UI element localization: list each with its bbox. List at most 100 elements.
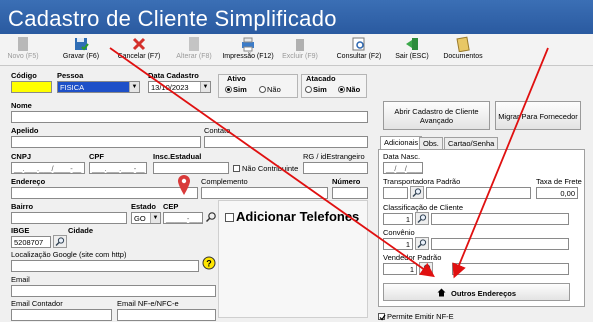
permite-nfe-checkbox[interactable]: Permite Emitir NF-E [378, 312, 454, 321]
outros-enderecos-button[interactable]: Outros Endereços [383, 283, 570, 301]
edit-icon [189, 37, 199, 51]
atacado-nao-radio[interactable]: Não [338, 85, 360, 94]
save-button[interactable]: Gravar (F6) [58, 36, 104, 64]
ibge-input[interactable]: 5208707 [11, 236, 51, 248]
cancel-button[interactable]: Cancelar (F7) [116, 36, 162, 64]
abrir-cadastro-avancado-button[interactable]: Abrir Cadastro de Cliente Avançado [383, 101, 490, 130]
documents-button[interactable]: Documentos [440, 36, 486, 64]
transportadora-label: Transportadora Padrão [383, 177, 461, 186]
localizacao-input[interactable] [11, 260, 199, 272]
endereco-input[interactable] [11, 187, 198, 199]
exit-label: Sair (ESC) [395, 53, 429, 60]
edit-button[interactable]: Alterar (F8) [174, 36, 214, 64]
search-icon[interactable] [205, 211, 217, 223]
email-nfe-label: Email NF-e/NFC-e [117, 299, 179, 308]
complemento-input[interactable] [201, 187, 328, 199]
edit-label: Alterar (F8) [176, 53, 212, 60]
checkbox-icon [225, 213, 234, 222]
vendedor-label: Vendedor Padrão [383, 253, 442, 262]
home-icon [437, 288, 446, 297]
radio-icon [305, 86, 312, 93]
taxa-frete-label: Taxa de Frete [536, 177, 582, 186]
classificacao-search-button[interactable] [415, 212, 429, 225]
migrar-fornecedor-button[interactable]: Migrar Para Fornecedor [495, 101, 581, 130]
radio-icon [259, 86, 266, 93]
email-input[interactable] [11, 285, 216, 297]
estado-select[interactable]: GO ▼ [131, 212, 161, 224]
map-pin-icon[interactable] [177, 174, 191, 196]
transportadora-search-button[interactable] [410, 186, 424, 199]
window-title: Cadastro de Cliente Simplificado [0, 0, 593, 34]
codigo-input[interactable] [11, 81, 52, 93]
data-cadastro-value: 13/10/2023 [151, 83, 189, 92]
data-cadastro-label: Data Cadastro [148, 71, 199, 80]
bairro-input[interactable] [11, 212, 127, 224]
exit-button[interactable]: Sair (ESC) [392, 36, 432, 64]
atacado-label: Atacado [306, 74, 336, 83]
nao-contribuinte-checkbox[interactable]: Não Contribuinte [233, 164, 298, 173]
insc-estadual-input[interactable] [153, 162, 229, 174]
nome-input[interactable] [11, 111, 368, 123]
tab-obs-label: Obs. [423, 139, 439, 148]
tab-adicionais[interactable]: Adicionais [380, 136, 423, 149]
data-nasc-input[interactable]: __/__/____ [383, 162, 423, 174]
trash-icon [296, 39, 304, 51]
taxa-frete-value: 0,00 [560, 189, 575, 198]
chevron-down-icon[interactable]: ▼ [200, 82, 210, 92]
vendedor-code-input[interactable]: 1 [383, 263, 417, 275]
tab-cartao-senha[interactable]: Cartao/Senha [444, 137, 499, 149]
convenio-code-input[interactable]: 1 [383, 238, 413, 250]
email-contador-input[interactable] [11, 309, 112, 321]
taxa-frete-input[interactable]: 0,00 [536, 187, 578, 199]
radio-selected-icon [338, 86, 345, 93]
cpf-mask: ___.___.___-__ [92, 164, 145, 173]
checkbox-icon [233, 165, 240, 172]
rg-input[interactable] [303, 162, 368, 174]
delete-label: Excluir (F9) [282, 53, 318, 60]
adicionar-telefones-checkbox[interactable]: Adicionar Telefones [225, 209, 359, 224]
numero-input[interactable] [332, 187, 368, 199]
cep-mask: _____-___ [166, 214, 202, 223]
print-button[interactable]: Impressão (F12) [222, 36, 274, 64]
ativo-label: Ativo [227, 74, 246, 83]
delete-button[interactable]: Excluir (F9) [280, 36, 320, 64]
new-button[interactable]: Novo (F5) [4, 36, 42, 64]
pessoa-select[interactable]: FISICA ▼ [57, 81, 140, 93]
convenio-name-input[interactable] [431, 238, 569, 250]
documents-label: Documentos [443, 53, 483, 60]
ibge-label: IBGE [11, 226, 30, 235]
classificacao-code-input[interactable]: 1 [383, 213, 413, 225]
classificacao-name-input[interactable] [431, 213, 569, 225]
cidade-search-button[interactable] [53, 235, 67, 248]
consult-button[interactable]: Consultar (F2) [336, 36, 382, 64]
transportadora-code-input[interactable] [383, 187, 408, 199]
data-cadastro-input[interactable]: 13/10/2023 ▼ [148, 81, 211, 93]
apelido-label: Apelido [11, 126, 39, 135]
vendedor-value: 1 [409, 265, 414, 274]
codigo-label: Código [11, 71, 37, 80]
classificacao-label: Classificação de Cliente [383, 203, 464, 212]
atacado-sim-radio[interactable]: Sim [305, 85, 327, 94]
ativo-nao-radio[interactable]: Não [259, 85, 281, 94]
tab-obs[interactable]: Obs. [419, 137, 443, 149]
transportadora-name-input[interactable] [426, 187, 531, 199]
new-icon [18, 37, 28, 51]
cep-input[interactable]: _____-___ [163, 212, 203, 224]
chevron-down-icon[interactable]: ▼ [150, 213, 160, 223]
cpf-input[interactable]: ___.___.___-__ [89, 162, 147, 174]
cnpj-input[interactable]: __.___.___/____-__ [11, 162, 85, 174]
email-nfe-input[interactable] [117, 309, 216, 321]
contato-label: Contato [204, 126, 231, 135]
chevron-down-icon[interactable]: ▼ [129, 82, 139, 92]
convenio-search-button[interactable] [415, 237, 429, 250]
ibge-value: 5208707 [14, 238, 44, 247]
vendedor-search-button[interactable] [419, 262, 433, 275]
vendedor-name-input[interactable] [452, 263, 569, 275]
ativo-sim-radio[interactable]: Sim [225, 85, 247, 94]
help-icon[interactable]: ? [202, 256, 216, 270]
contato-input[interactable] [204, 136, 368, 148]
printer-icon [242, 37, 254, 52]
numero-label: Número [332, 177, 361, 186]
abrir-cadastro-label: Abrir Cadastro de Cliente Avançado [394, 107, 479, 125]
apelido-input[interactable] [11, 136, 201, 148]
